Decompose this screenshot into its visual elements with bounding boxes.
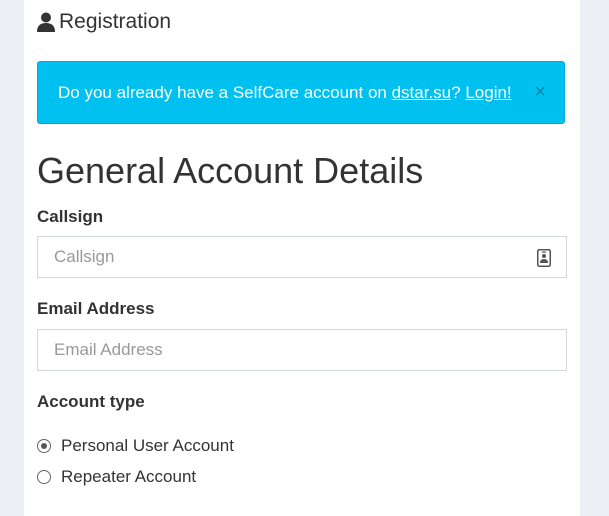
repeater-account-option[interactable]: Repeater Account: [37, 467, 196, 487]
email-input[interactable]: [37, 329, 567, 371]
close-icon[interactable]: ×: [534, 80, 546, 104]
id-card-icon: [537, 249, 551, 267]
user-icon: [37, 12, 55, 32]
callsign-input[interactable]: [37, 236, 567, 278]
personal-account-label: Personal User Account: [61, 436, 234, 455]
login-alert: Do you already have a SelfCare account o…: [37, 61, 565, 124]
login-link[interactable]: Login!: [465, 83, 511, 103]
personal-account-radio[interactable]: [37, 439, 51, 453]
callsign-label: Callsign: [37, 207, 104, 226]
section-title: General Account Details: [37, 150, 424, 191]
page-title: Registration: [59, 10, 172, 33]
account-type-label: Account type: [37, 392, 145, 411]
alert-text: Do you already have a SelfCare account o…: [58, 82, 392, 102]
repeater-account-radio[interactable]: [37, 470, 51, 484]
alert-text-between: ?: [451, 82, 466, 102]
personal-account-option[interactable]: Personal User Account: [37, 436, 234, 456]
repeater-account-label: Repeater Account: [61, 467, 197, 486]
panel-header: Registration: [37, 8, 171, 36]
dstar-link[interactable]: dstar.su: [392, 83, 452, 103]
registration-panel: Registration Do you already have a SelfC…: [24, 0, 580, 516]
email-label: Email Address: [37, 299, 155, 318]
